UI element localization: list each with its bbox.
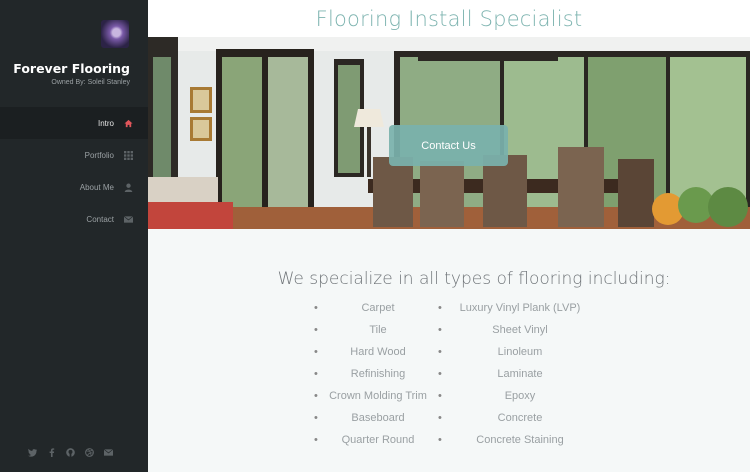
list-item: Laminate <box>438 363 600 385</box>
hero-banner: Contact Us <box>148 37 750 229</box>
sidebar-nav: Intro Portfolio About Me Contact <box>0 107 148 235</box>
sidebar-item-contact[interactable]: Contact <box>0 203 148 235</box>
list-item: Carpet <box>314 297 440 319</box>
contact-us-button[interactable]: Contact Us <box>389 125 508 166</box>
services-list-right: Luxury Vinyl Plank (LVP) Sheet Vinyl Lin… <box>438 297 600 451</box>
list-item: Linoleum <box>438 341 600 363</box>
twitter-icon[interactable] <box>28 448 37 457</box>
list-item: Tile <box>314 319 440 341</box>
list-item: Sheet Vinyl <box>438 319 600 341</box>
social-links <box>28 448 113 457</box>
list-item: Crown Molding Trim <box>314 385 440 407</box>
sidebar: Forever Flooring Owned By: Soleil Stanle… <box>0 0 148 472</box>
brand-title[interactable]: Forever Flooring <box>13 61 130 76</box>
page-title: Flooring Install Specialist <box>315 6 583 31</box>
list-item: Hard Wood <box>314 341 440 363</box>
github-icon[interactable] <box>66 448 75 457</box>
sidebar-item-label: Portfolio <box>84 150 114 160</box>
sidebar-item-label: About Me <box>79 182 114 192</box>
list-item: Baseboard <box>314 407 440 429</box>
list-item: Concrete Staining <box>438 429 600 451</box>
grid-icon <box>124 150 133 160</box>
sidebar-item-intro[interactable]: Intro <box>0 107 148 139</box>
list-item: Refinishing <box>314 363 440 385</box>
main-content: Flooring Install Specialist Contact Us W… <box>148 0 750 472</box>
services-section: We specialize in all types of flooring i… <box>148 229 750 457</box>
user-icon <box>124 183 133 192</box>
home-icon <box>124 119 133 127</box>
email-icon[interactable] <box>104 448 113 457</box>
list-item: Concrete <box>438 407 600 429</box>
sidebar-item-label: Contact <box>86 214 114 224</box>
sidebar-item-portfolio[interactable]: Portfolio <box>0 139 148 171</box>
services-list-left: Carpet Tile Hard Wood Refinishing Crown … <box>314 297 440 451</box>
brand-subtitle: Owned By: Soleil Stanley <box>51 79 130 86</box>
dribbble-icon[interactable] <box>85 448 94 457</box>
sidebar-item-about-me[interactable]: About Me <box>0 171 148 203</box>
list-item: Luxury Vinyl Plank (LVP) <box>438 297 600 319</box>
envelope-icon <box>124 215 133 223</box>
services-lists: Carpet Tile Hard Wood Refinishing Crown … <box>148 297 750 457</box>
sidebar-item-label: Intro <box>97 118 114 128</box>
list-item: Quarter Round <box>314 429 440 451</box>
site-header: Flooring Install Specialist <box>148 0 750 37</box>
list-item: Epoxy <box>438 385 600 407</box>
avatar[interactable] <box>101 20 129 48</box>
facebook-icon[interactable] <box>47 448 56 457</box>
brand: Forever Flooring Owned By: Soleil Stanle… <box>13 61 130 86</box>
services-heading: We specialize in all types of flooring i… <box>277 269 671 289</box>
